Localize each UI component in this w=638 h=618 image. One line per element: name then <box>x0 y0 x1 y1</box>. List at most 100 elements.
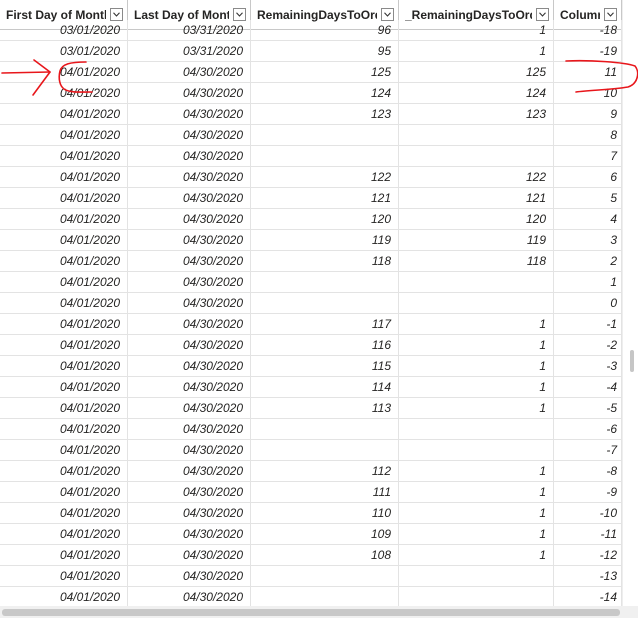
remaining-days-cell: 112 <box>251 461 399 481</box>
remaining-days-cell: 111 <box>251 482 399 502</box>
last-day-of-month-cell: 04/30/2020 <box>128 461 251 481</box>
last-day-of-month-cell: 04/30/2020 <box>128 188 251 208</box>
underscore-remaining-days-cell: 1 <box>399 524 554 544</box>
underscore-remaining-days-cell: 124 <box>399 83 554 103</box>
underscore-remaining-days-cell <box>399 587 554 606</box>
last-day-of-month-cell: 04/30/2020 <box>128 335 251 355</box>
column-cell: 2 <box>554 251 622 271</box>
first-day-of-month-cell: 04/01/2020 <box>0 251 128 271</box>
table-row: 04/01/2020 04/30/2020 119 119 3 <box>0 230 622 251</box>
first-day-of-month-cell: 03/01/2020 <box>0 41 128 61</box>
remaining-days-cell: 120 <box>251 209 399 229</box>
data-grid: First Day of Month Last Day of Month Rem… <box>0 0 622 606</box>
column-cell: 3 <box>554 230 622 250</box>
column-cell: 1 <box>554 272 622 292</box>
underscore-remaining-days-cell: 1 <box>399 41 554 61</box>
first-day-of-month-cell: 04/01/2020 <box>0 440 128 460</box>
table-row: 04/01/2020 04/30/2020 112 1 -8 <box>0 461 622 482</box>
remaining-days-cell: 116 <box>251 335 399 355</box>
vertical-scrollbar[interactable] <box>622 0 638 606</box>
table-row: 03/01/2020 03/31/2020 95 1 -19 <box>0 41 622 62</box>
table-row: 04/01/2020 04/30/2020 7 <box>0 146 622 167</box>
first-day-of-month-cell: 04/01/2020 <box>0 335 128 355</box>
remaining-days-cell: 96 <box>251 20 399 40</box>
column-cell: -14 <box>554 587 622 606</box>
remaining-days-cell <box>251 293 399 313</box>
underscore-remaining-days-cell: 1 <box>399 503 554 523</box>
first-day-of-month-cell: 04/01/2020 <box>0 146 128 166</box>
column-cell: -2 <box>554 335 622 355</box>
last-day-of-month-cell: 04/30/2020 <box>128 230 251 250</box>
remaining-days-cell: 115 <box>251 356 399 376</box>
first-day-of-month-cell: 04/01/2020 <box>0 293 128 313</box>
column-cell: 10 <box>554 83 622 103</box>
first-day-of-month-cell: 03/01/2020 <box>0 20 128 40</box>
last-day-of-month-cell: 04/30/2020 <box>128 419 251 439</box>
last-day-of-month-cell: 04/30/2020 <box>128 83 251 103</box>
last-day-of-month-cell: 04/30/2020 <box>128 104 251 124</box>
last-day-of-month-cell: 03/31/2020 <box>128 41 251 61</box>
table-row: 04/01/2020 04/30/2020 121 121 5 <box>0 188 622 209</box>
last-day-of-month-cell: 04/30/2020 <box>128 545 251 565</box>
first-day-of-month-cell: 04/01/2020 <box>0 272 128 292</box>
underscore-remaining-days-cell <box>399 125 554 145</box>
last-day-of-month-cell: 04/30/2020 <box>128 398 251 418</box>
column-cell: -12 <box>554 545 622 565</box>
column-cell: -4 <box>554 377 622 397</box>
first-day-of-month-cell: 04/01/2020 <box>0 587 128 606</box>
underscore-remaining-days-cell: 1 <box>399 545 554 565</box>
last-day-of-month-cell: 04/30/2020 <box>128 251 251 271</box>
last-day-of-month-cell: 03/31/2020 <box>128 20 251 40</box>
first-day-of-month-cell: 04/01/2020 <box>0 398 128 418</box>
last-day-of-month-cell: 04/30/2020 <box>128 503 251 523</box>
column-cell: -19 <box>554 41 622 61</box>
table-row: 04/01/2020 04/30/2020 116 1 -2 <box>0 335 622 356</box>
underscore-remaining-days-cell <box>399 293 554 313</box>
last-day-of-month-cell: 04/30/2020 <box>128 272 251 292</box>
underscore-remaining-days-cell: 119 <box>399 230 554 250</box>
underscore-remaining-days-cell <box>399 146 554 166</box>
first-day-of-month-cell: 04/01/2020 <box>0 104 128 124</box>
last-day-of-month-cell: 04/30/2020 <box>128 566 251 586</box>
table-row: 04/01/2020 04/30/2020 113 1 -5 <box>0 398 622 419</box>
table-row: 04/01/2020 04/30/2020 118 118 2 <box>0 251 622 272</box>
table-row: 04/01/2020 04/30/2020 109 1 -11 <box>0 524 622 545</box>
remaining-days-cell: 95 <box>251 41 399 61</box>
remaining-days-cell: 109 <box>251 524 399 544</box>
first-day-of-month-cell: 04/01/2020 <box>0 167 128 187</box>
column-cell: 0 <box>554 293 622 313</box>
table-row: 04/01/2020 04/30/2020 111 1 -9 <box>0 482 622 503</box>
vertical-scrollbar-thumb[interactable] <box>630 350 634 372</box>
last-day-of-month-cell: 04/30/2020 <box>128 314 251 334</box>
column-cell: -7 <box>554 440 622 460</box>
underscore-remaining-days-cell: 1 <box>399 20 554 40</box>
first-day-of-month-cell: 04/01/2020 <box>0 83 128 103</box>
first-day-of-month-cell: 04/01/2020 <box>0 524 128 544</box>
table-row: 04/01/2020 04/30/2020 115 1 -3 <box>0 356 622 377</box>
remaining-days-cell <box>251 146 399 166</box>
underscore-remaining-days-cell: 1 <box>399 356 554 376</box>
table-row: 04/01/2020 04/30/2020 -13 <box>0 566 622 587</box>
table-row: 04/01/2020 04/30/2020 120 120 4 <box>0 209 622 230</box>
remaining-days-cell: 123 <box>251 104 399 124</box>
remaining-days-cell: 125 <box>251 62 399 82</box>
remaining-days-cell: 113 <box>251 398 399 418</box>
table-row: 04/01/2020 04/30/2020 -14 <box>0 587 622 606</box>
table-row: 04/01/2020 04/30/2020 110 1 -10 <box>0 503 622 524</box>
horizontal-scrollbar[interactable] <box>0 606 638 618</box>
underscore-remaining-days-cell <box>399 440 554 460</box>
underscore-remaining-days-cell: 123 <box>399 104 554 124</box>
first-day-of-month-cell: 04/01/2020 <box>0 461 128 481</box>
remaining-days-cell <box>251 587 399 606</box>
last-day-of-month-cell: 04/30/2020 <box>128 62 251 82</box>
remaining-days-cell <box>251 566 399 586</box>
column-cell: -13 <box>554 566 622 586</box>
horizontal-scrollbar-thumb[interactable] <box>2 609 620 616</box>
first-day-of-month-cell: 04/01/2020 <box>0 419 128 439</box>
last-day-of-month-cell: 04/30/2020 <box>128 377 251 397</box>
underscore-remaining-days-cell: 121 <box>399 188 554 208</box>
remaining-days-cell: 110 <box>251 503 399 523</box>
first-day-of-month-cell: 04/01/2020 <box>0 62 128 82</box>
table-row: 04/01/2020 04/30/2020 -6 <box>0 419 622 440</box>
column-cell: -8 <box>554 461 622 481</box>
